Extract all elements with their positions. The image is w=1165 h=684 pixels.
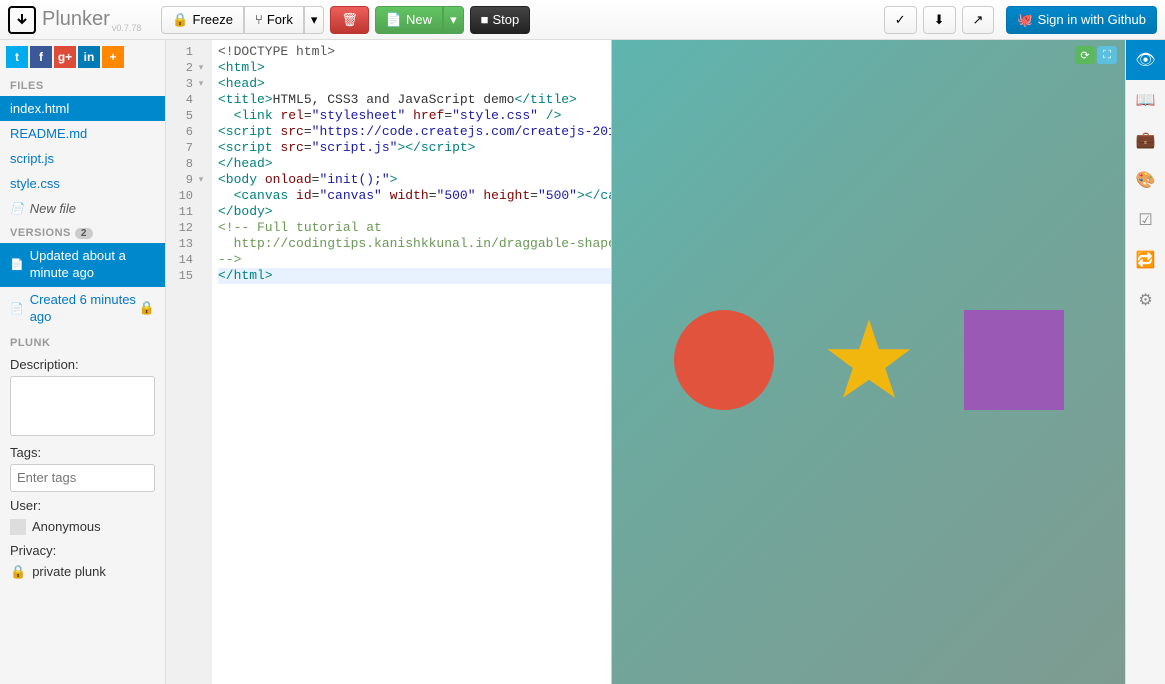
new-button[interactable]: 📄 New (375, 6, 443, 34)
docs-tab-icon[interactable]: 📖 (1126, 80, 1165, 120)
fork-dropdown-button[interactable]: ▾ (304, 6, 325, 34)
versions-header-label: VERSIONS (10, 227, 71, 239)
file-item-style-css[interactable]: style.css (0, 171, 165, 196)
file-item-index-html[interactable]: index.html (0, 96, 165, 121)
caret-down-icon: ▾ (450, 12, 457, 28)
palette-tab-icon[interactable]: 🎨 (1126, 160, 1165, 200)
files-header: FILES (0, 74, 165, 96)
plunk-header: PLUNK (0, 331, 165, 353)
square-shape[interactable] (964, 310, 1064, 410)
retweet-tab-icon[interactable]: 🔁 (1126, 240, 1165, 280)
preview-tools: ⟳ ⛶ (1075, 46, 1117, 64)
signin-label: Sign in with Github (1038, 12, 1146, 27)
new-label: New (406, 12, 432, 27)
versions-list: 📄 Updated about a minute ago 📄 Created 6 mi… (0, 243, 165, 331)
file-icon: 📄 (10, 202, 24, 215)
right-toolbar: 👁 📖 💼 🎨 ☑ 🔁 ⚙ (1125, 40, 1165, 684)
fork-button[interactable]: ⑂ Fork (244, 6, 304, 34)
user-label: User: (0, 494, 165, 515)
version-label: Created 6 minutes ago (30, 292, 139, 326)
canvas-shapes (612, 310, 1125, 410)
fork-label: Fork (267, 12, 293, 27)
versions-count-badge: 2 (75, 228, 93, 239)
star-shape[interactable] (824, 315, 914, 405)
new-file-label: New file (30, 201, 76, 216)
briefcase-tab-icon[interactable]: 💼 (1126, 120, 1165, 160)
version-item[interactable]: 📄 Updated about a minute ago (0, 243, 165, 287)
external-button[interactable]: ↗ (962, 6, 995, 34)
new-file-button[interactable]: 📄 New file (0, 196, 165, 221)
lock-icon: 🔒 (139, 300, 155, 317)
versions-header: VERSIONS 2 (0, 221, 165, 243)
description-label: Description: (0, 353, 165, 374)
download-icon: ⬇ (934, 12, 945, 28)
github-icon: 🐙 (1017, 12, 1033, 28)
privacy-value: private plunk (32, 564, 106, 579)
share-icon[interactable]: + (102, 46, 124, 68)
preview-pane: ⟳ ⛶ (612, 40, 1125, 684)
linkedin-icon[interactable]: in (78, 46, 100, 68)
brand-name[interactable]: Plunker (42, 8, 110, 31)
check-button[interactable]: ✓ (884, 6, 917, 34)
freeze-label: Freeze (193, 12, 233, 27)
version-item[interactable]: 📄 Created 6 minutes ago 🔒 (0, 287, 165, 331)
file-icon: 📄 (10, 302, 24, 316)
checklist-tab-icon[interactable]: ☑ (1126, 200, 1165, 240)
privacy-row: 🔒 private plunk (0, 560, 165, 584)
twitter-icon[interactable]: t (6, 46, 28, 68)
toolbar-left-group: 🔒 Freeze ⑂ Fork ▾ (161, 6, 324, 34)
tags-input[interactable] (10, 464, 155, 492)
privacy-label: Privacy: (0, 539, 165, 560)
social-icons: t f g+ in + (0, 40, 165, 74)
user-name: Anonymous (32, 519, 101, 534)
tags-label: Tags: (0, 441, 165, 462)
circle-shape[interactable] (674, 310, 774, 410)
facebook-icon[interactable]: f (30, 46, 52, 68)
preview-tab-icon[interactable]: 👁 (1126, 40, 1165, 80)
check-icon: ✓ (895, 12, 906, 28)
lock-icon: 🔒 (172, 12, 188, 28)
gplus-icon[interactable]: g+ (54, 46, 76, 68)
lock-icon: 🔒 (10, 564, 26, 580)
new-dropdown-button[interactable]: ▾ (443, 6, 464, 34)
files-list: index.htmlREADME.mdscript.jsstyle.css (0, 96, 165, 196)
new-group: 📄 New ▾ (375, 6, 464, 34)
download-button[interactable]: ⬇ (923, 6, 956, 34)
file-icon: 📄 (10, 258, 24, 272)
sidebar: t f g+ in + FILES index.htmlREADME.mdscr… (0, 40, 166, 684)
trash-icon: 🗑 (341, 12, 358, 28)
file-icon: 📄 (386, 12, 402, 28)
code-editor[interactable]: 12▾3▾456789▾101112131415 <!DOCTYPE html>… (166, 40, 612, 684)
expand-icon[interactable]: ⛶ (1097, 46, 1117, 64)
fork-icon: ⑂ (255, 12, 263, 27)
user-row: Anonymous (0, 515, 165, 539)
editor-code[interactable]: <!DOCTYPE html><html><head><title>HTML5,… (212, 40, 611, 684)
description-input[interactable] (10, 376, 155, 436)
avatar (10, 519, 26, 535)
file-item-script-js[interactable]: script.js (0, 146, 165, 171)
stop-icon: ■ (481, 12, 489, 27)
stop-label: Stop (492, 12, 519, 27)
editor-gutter: 12▾3▾456789▾101112131415 (166, 40, 212, 684)
stop-button[interactable]: ■Stop (470, 6, 531, 34)
caret-down-icon: ▾ (311, 12, 318, 28)
refresh-icon[interactable]: ⟳ (1075, 46, 1095, 64)
logo-icon[interactable] (8, 6, 36, 34)
external-icon: ↗ (973, 12, 984, 28)
signin-button[interactable]: 🐙 Sign in with Github (1006, 6, 1157, 34)
main: t f g+ in + FILES index.htmlREADME.mdscr… (0, 40, 1165, 684)
gear-tab-icon[interactable]: ⚙ (1126, 280, 1165, 320)
topbar: Plunker v0.7.78 🔒 Freeze ⑂ Fork ▾ 🗑 📄 New ▾… (0, 0, 1165, 40)
delete-button[interactable]: 🗑 (330, 6, 369, 34)
version-label: Updated about a minute ago (30, 248, 155, 282)
freeze-button[interactable]: 🔒 Freeze (161, 6, 244, 34)
brand-version: v0.7.78 (112, 23, 142, 33)
file-item-README-md[interactable]: README.md (0, 121, 165, 146)
